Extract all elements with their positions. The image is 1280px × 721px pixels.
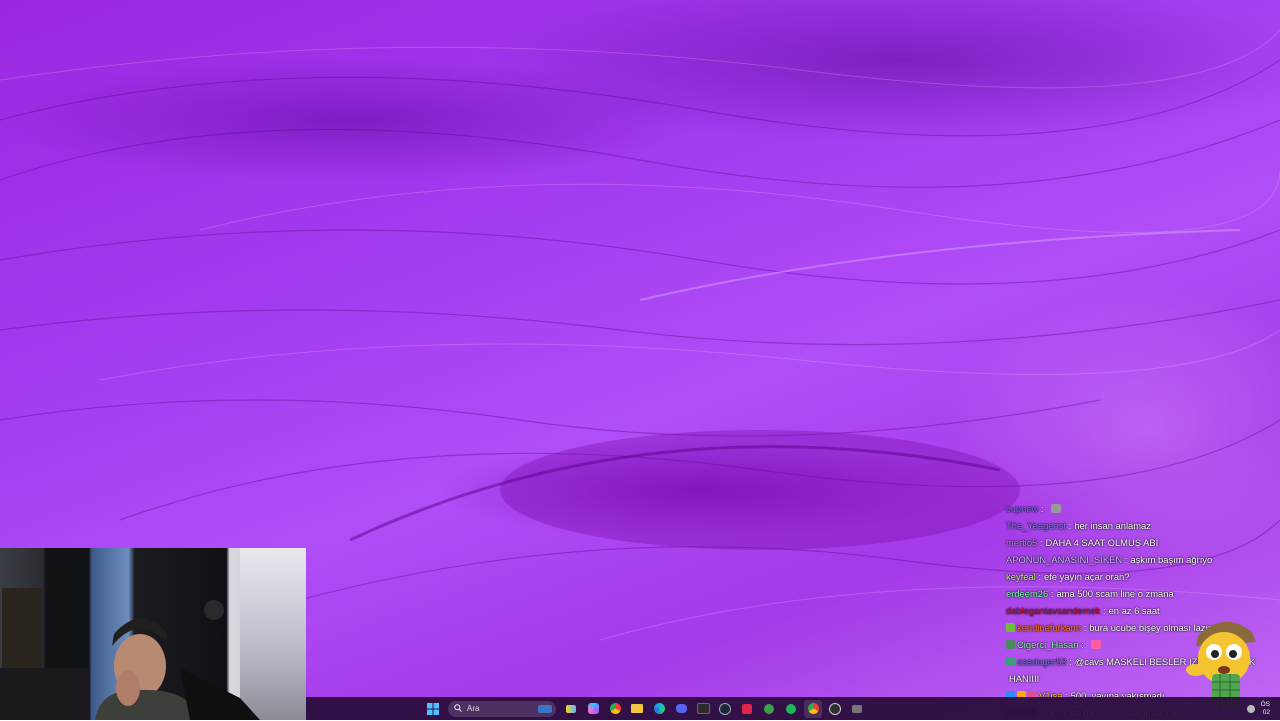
emote-icon [1050,504,1061,513]
chat-separator: : [1038,503,1044,514]
chat-text: aşkım başım ağrıyo [1130,554,1213,565]
chat-separator: : [1066,520,1072,531]
chat-separator: : [1037,537,1043,548]
spotify-icon[interactable] [782,700,800,718]
tray-overflow-icon[interactable] [1246,704,1255,713]
chat-message: keyfeal : efe yayın açar oran? [1006,568,1276,585]
chat-text: en az 6 saat [1108,605,1160,616]
chat-separator: : [1048,588,1054,599]
edge-icon[interactable] [650,700,668,718]
chat-separator: : [1100,605,1106,616]
heart-icon [1090,640,1101,649]
search-icon [454,703,462,714]
chat-badge-icon [1006,623,1015,632]
taskbar-clock[interactable]: ÖS 02 [1261,701,1270,717]
chat-text: efe yayın açar oran? [1043,571,1130,582]
chat-separator: : [1122,554,1128,565]
taskbar: Ara ÖS 02 [306,697,1280,720]
chat-username: keyfeal [1006,571,1036,582]
chat-message: APONUN_ANASINI_SIKEN : aşkım başım ağrıyo [1006,551,1276,568]
chat-text: HANIIII [1009,673,1040,684]
chat-badge-icon [1006,640,1015,649]
chat-text: her insan anlamaz [1074,520,1151,531]
chat-text: DAHA 4 SAAT OLMUŞ ABİ [1045,537,1159,548]
chat-username: mertio5 [1006,537,1038,548]
chat-separator: : [1035,571,1041,582]
search-placeholder: Ara [467,704,480,713]
chat-separator: : [1081,622,1087,633]
chat-badge-icon [1006,657,1015,666]
windows-start-icon[interactable] [424,700,442,718]
xbox-icon[interactable] [760,700,778,718]
chat-message: cupnew : [1006,500,1276,517]
chat-separator: : [1078,639,1084,650]
chat-username: APONUN_ANASINI_SIKEN [1006,554,1123,565]
chat-text: ama 500 scam line o zmana [1056,588,1174,599]
chat-separator: : [1066,656,1072,667]
copilot-icon[interactable] [584,700,602,718]
widgets-icon[interactable] [562,700,580,718]
chat-message: The_Yeagerist : her insan anlamaz [1006,517,1276,534]
settings-icon[interactable] [848,700,866,718]
chat-message: mertio5 : DAHA 4 SAAT OLMUŞ ABİ [1006,534,1276,551]
taskbar-search-box[interactable]: Ara [448,700,556,717]
terminal-icon[interactable] [694,700,712,718]
chat-username: dablegantavsandemek [1006,605,1101,616]
discord-icon[interactable] [672,700,690,718]
chat-username: erdeem26 [1006,588,1049,599]
chat-username: The_Yeagerist [1006,520,1067,531]
chat-username: cupnew [1006,503,1039,514]
obs-icon[interactable] [826,700,844,718]
chat-username: Cigerci_Hasan [1017,639,1079,650]
clock-time: ÖS [1260,700,1270,708]
app-icon[interactable] [738,700,756,718]
webcam-feed [0,548,306,720]
chat-username: kendinefurkann [1017,622,1082,633]
system-tray: ÖS 02 [1246,697,1270,720]
chrome-icon[interactable] [606,700,624,718]
webcam-person [95,600,260,720]
search-highlight-icon [538,704,552,713]
clock-date: 02 [1262,708,1270,716]
chrome-profile-icon[interactable] [804,699,822,718]
chat-username: asadager53 [1017,656,1067,667]
file-explorer-icon[interactable] [628,700,646,718]
steam-icon[interactable] [716,700,734,718]
chat-message: erdeem26 : ama 500 scam line o zmana [1006,585,1276,602]
taskbar-apps: Ara [424,697,866,720]
